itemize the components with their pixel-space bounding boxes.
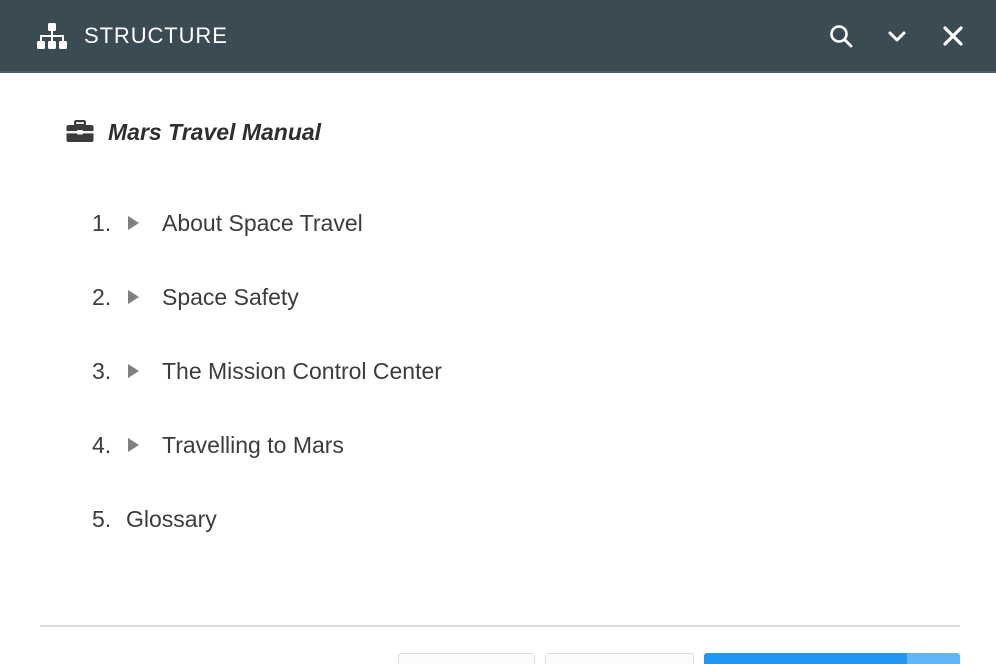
save-button[interactable]: Save [398, 653, 536, 664]
topic-row[interactable]: 5. Glossary [0, 482, 996, 556]
new-topic-dropdown-button[interactable] [907, 653, 960, 664]
structure-panel: STRUCTURE Mars Travel Manual 1. About Sp… [0, 0, 996, 664]
expand-triangle-icon[interactable] [126, 438, 148, 452]
expand-triangle-icon[interactable] [126, 364, 148, 378]
topic-row[interactable]: 3. The Mission Control Center [0, 334, 996, 408]
revert-button[interactable]: Revert [545, 653, 694, 664]
topic-label[interactable]: The Mission Control Center [162, 359, 442, 383]
header-actions [824, 19, 970, 53]
chevron-down-icon[interactable] [880, 19, 914, 53]
topic-row[interactable]: 4. Travelling to Mars [0, 408, 996, 482]
delete-button[interactable] [40, 659, 80, 664]
topic-list: 1. About Space Travel 2. Space Safety 3.… [0, 186, 996, 556]
search-icon[interactable] [824, 19, 858, 53]
sitemap-icon [36, 22, 68, 50]
document-title: Mars Travel Manual [108, 118, 322, 145]
topic-label[interactable]: Space Safety [162, 285, 299, 309]
expand-triangle-icon[interactable] [126, 216, 148, 230]
topic-number: 5. [92, 505, 112, 532]
footer-actions: Save Revert [398, 653, 960, 664]
document-title-row: Mars Travel Manual [0, 115, 996, 149]
panel-title: STRUCTURE [84, 22, 228, 48]
topic-label[interactable]: Travelling to Mars [162, 433, 344, 457]
panel-footer: Save Revert [0, 645, 996, 664]
structure-body: Mars Travel Manual 1. About Space Travel… [0, 73, 996, 664]
topic-number: 2. [92, 283, 112, 310]
topic-number: 3. [92, 357, 112, 384]
new-topic-button[interactable]: New topic [704, 653, 907, 664]
topic-number: 1. [92, 209, 112, 236]
close-icon[interactable] [936, 19, 970, 53]
topic-number: 4. [92, 431, 112, 458]
topic-row[interactable]: 1. About Space Travel [0, 186, 996, 260]
briefcase-icon [66, 119, 94, 144]
panel-header: STRUCTURE [0, 0, 996, 73]
new-topic-split-button: New topic [704, 653, 960, 664]
topic-label[interactable]: Glossary [126, 507, 217, 531]
header-brand: STRUCTURE [36, 22, 228, 50]
expand-triangle-icon[interactable] [126, 290, 148, 304]
footer-divider [40, 625, 960, 627]
topic-label[interactable]: About Space Travel [162, 211, 363, 235]
topic-row[interactable]: 2. Space Safety [0, 260, 996, 334]
